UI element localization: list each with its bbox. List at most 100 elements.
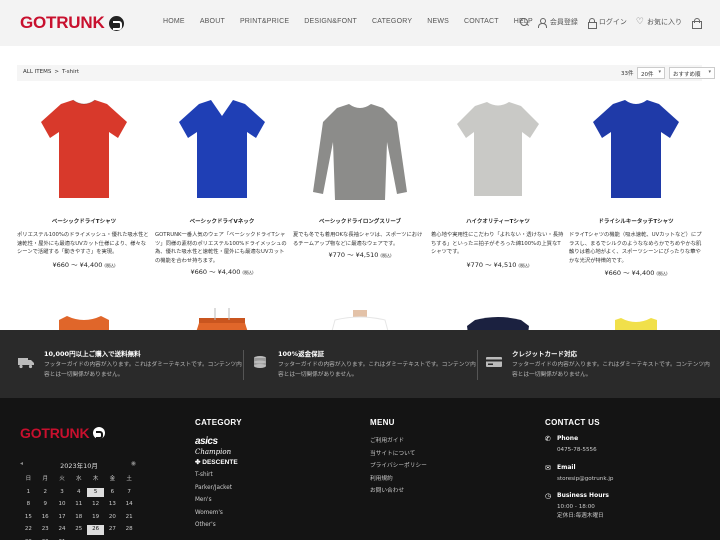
heart-icon: ♡ bbox=[635, 16, 644, 27]
product-name: ベーシックドライロングスリーブ bbox=[318, 219, 402, 225]
site-header: GOTRUNK HOME ABOUT PRINT&PRICE DESIGN&FO… bbox=[0, 0, 720, 46]
calendar-title: 2023年10月 bbox=[60, 462, 98, 470]
feature-strip: 10,000円以上ご購入で送料無料 フッターガイドの内容が入ります。これはダミー… bbox=[0, 330, 720, 398]
calendar-day: 14 bbox=[125, 501, 133, 507]
business-calendar: ◂ 2023年10月 ◉ 日月火水木金土 1 2 3 4 5 6 7 8 9 10 11 12 13 14 1… bbox=[20, 460, 138, 540]
per-page-value: 20件 bbox=[641, 72, 654, 78]
user-icon bbox=[538, 17, 548, 28]
register-label: 会員登録 bbox=[549, 18, 578, 26]
nav-contact[interactable]: CONTACT bbox=[464, 18, 499, 25]
product-name: ハイクオリティーTシャツ bbox=[466, 219, 530, 225]
calendar-next-icon[interactable]: ◉ bbox=[131, 460, 136, 467]
sort-select[interactable]: おすすめ順 ▾ bbox=[669, 67, 715, 79]
sort-value: おすすめ順 bbox=[673, 72, 701, 78]
breadcrumb-separator: > bbox=[54, 69, 59, 75]
nav-home[interactable]: HOME bbox=[163, 18, 185, 25]
calendar-day: 18 bbox=[75, 513, 83, 520]
tshirt-image bbox=[593, 100, 679, 198]
price-range: ¥660 〜 ¥4,400 bbox=[604, 269, 655, 277]
tax-note: (税込) bbox=[242, 270, 254, 275]
nav-news[interactable]: NEWS bbox=[427, 18, 449, 25]
menu-link-about[interactable]: 当サイトについて bbox=[370, 448, 427, 461]
breadcrumb: ALL ITEMS > T-shirt bbox=[23, 69, 82, 75]
tax-note: (税込) bbox=[518, 263, 530, 268]
login-link[interactable]: ログイン bbox=[587, 17, 627, 29]
email-value[interactable]: storesip@gotrunk.jp bbox=[557, 475, 613, 484]
calendar-day: 13 bbox=[108, 501, 116, 507]
category-links: T-shirt Parker/Jacket Men's Womem's Othe… bbox=[195, 469, 242, 532]
calendar-day: 20 bbox=[108, 513, 116, 520]
header-actions: 会員登録 ログイン ♡ お気に入り bbox=[519, 17, 702, 29]
nav-category[interactable]: CATEGORY bbox=[372, 18, 412, 25]
calendar-day: 1 bbox=[26, 488, 31, 495]
breadcrumb-root[interactable]: ALL ITEMS bbox=[23, 69, 51, 75]
vneck-image bbox=[179, 100, 265, 198]
menu-link-privacy[interactable]: プライバシーポリシー bbox=[370, 460, 427, 473]
calendar-day: 22 bbox=[24, 526, 32, 532]
calendar-weekday: 金 bbox=[109, 476, 116, 482]
calendar-weekday: 火 bbox=[59, 476, 65, 482]
category-link-mens[interactable]: Men's bbox=[195, 494, 242, 507]
feature-text: フッターガイドの内容が入ります。これはダミーテキストです。コンテンツ内容とは一切… bbox=[512, 362, 710, 378]
product-price: ¥770 〜 ¥4,510 (税込) bbox=[293, 249, 427, 259]
calendar-weekday: 土 bbox=[126, 476, 132, 482]
holiday-note: 定休日:毎週木曜日 bbox=[557, 512, 604, 519]
product-price: ¥660 〜 ¥4,400 (税込) bbox=[155, 266, 289, 276]
divider bbox=[477, 350, 478, 380]
product-description: 夏でも冬でも着用OKな長袖シャツは、スポーツにおけるチームアップ物などに最適なウ… bbox=[293, 232, 423, 247]
category-link-tshirt[interactable]: T-shirt bbox=[195, 469, 242, 482]
tax-note: (税込) bbox=[104, 263, 116, 268]
tshirt-image bbox=[41, 99, 127, 198]
product-name: ベーシックドライVネック bbox=[189, 219, 255, 225]
nav-print-price[interactable]: PRINT&PRICE bbox=[240, 18, 289, 25]
login-label: ログイン bbox=[598, 18, 627, 26]
footer-contact: CONTACT US ✆ Phone 0475-78-5556 ✉ Email … bbox=[545, 418, 613, 520]
product-description: ポリエステル100%のドライメッシュ・優れた吸水性と速乾性・屋外にも最適なUVカ… bbox=[17, 232, 149, 255]
cart-icon[interactable] bbox=[691, 17, 702, 29]
per-page-select[interactable]: 20件 ▾ bbox=[637, 67, 665, 79]
calendar-prev-icon[interactable]: ◂ bbox=[20, 460, 23, 467]
calendar-day: 21 bbox=[125, 513, 133, 520]
site-logo[interactable]: GOTRUNK bbox=[20, 13, 124, 33]
calendar-day: 9 bbox=[43, 501, 47, 507]
brand-descente[interactable]: ✤ DESCENTE bbox=[195, 457, 242, 468]
category-link-parker[interactable]: Parker/Jacket bbox=[195, 482, 242, 495]
calendar-day: 4 bbox=[77, 488, 81, 495]
nav-design-font[interactable]: DESIGN&FONT bbox=[304, 18, 357, 25]
register-link[interactable]: 会員登録 bbox=[538, 17, 578, 28]
feature-title: 100%返金保証 bbox=[278, 350, 325, 358]
product-description: ドライTシャツの機能（吸水速乾、UVカットなど）にプラスし、まるでシルクのような… bbox=[569, 232, 702, 264]
divider bbox=[243, 350, 244, 380]
menu-link-guide[interactable]: ご利用ガイド bbox=[370, 435, 427, 448]
clock-icon: ◷ bbox=[545, 492, 552, 500]
category-link-others[interactable]: Other's bbox=[195, 519, 242, 532]
footer-logo[interactable]: GOTRUNK bbox=[20, 425, 106, 441]
listing-toolbar: ALL ITEMS > T-shirt 33件 20件 ▾ おすすめ順 ▾ bbox=[17, 65, 715, 81]
long-sleeve-image bbox=[313, 104, 407, 200]
logo-text: GOTRUNK bbox=[20, 425, 90, 441]
calendar-day: 6 bbox=[110, 488, 115, 495]
feature-text: フッターガイドの内容が入ります。これはダミーテキストです。コンテンツ内容とは一切… bbox=[278, 362, 476, 378]
footer-menu: MENU ご利用ガイド 当サイトについて プライバシーポリシー 利用規約 お問い… bbox=[370, 418, 427, 498]
brand-asics[interactable]: asics bbox=[195, 437, 242, 447]
result-count: 33件 bbox=[621, 71, 634, 77]
calendar-day: 12 bbox=[92, 501, 100, 507]
favorites-link[interactable]: ♡ お気に入り bbox=[636, 17, 682, 27]
tax-note: (税込) bbox=[656, 271, 668, 276]
nav-about[interactable]: ABOUT bbox=[200, 18, 225, 25]
phone-value[interactable]: 0475-78-5556 bbox=[557, 446, 613, 455]
brand-list: asics Champion ✤ DESCENTE bbox=[195, 437, 242, 468]
menu-link-contact[interactable]: お問い合わせ bbox=[370, 485, 427, 498]
calendar-day: 5 bbox=[87, 487, 104, 497]
calendar-day: 2 bbox=[43, 488, 47, 495]
calendar-day: 8 bbox=[26, 501, 31, 507]
price-range: ¥660 〜 ¥4,400 bbox=[190, 268, 241, 276]
menu-link-terms[interactable]: 利用規約 bbox=[370, 473, 427, 486]
breadcrumb-current: T-shirt bbox=[61, 69, 80, 75]
calendar-day: 10 bbox=[58, 501, 66, 507]
logo-mark-icon bbox=[108, 15, 124, 31]
category-link-womens[interactable]: Womem's bbox=[195, 507, 242, 520]
feature-title: クレジットカード対応 bbox=[512, 350, 577, 358]
brand-champion[interactable]: Champion bbox=[195, 447, 242, 457]
search-icon[interactable] bbox=[519, 17, 529, 27]
